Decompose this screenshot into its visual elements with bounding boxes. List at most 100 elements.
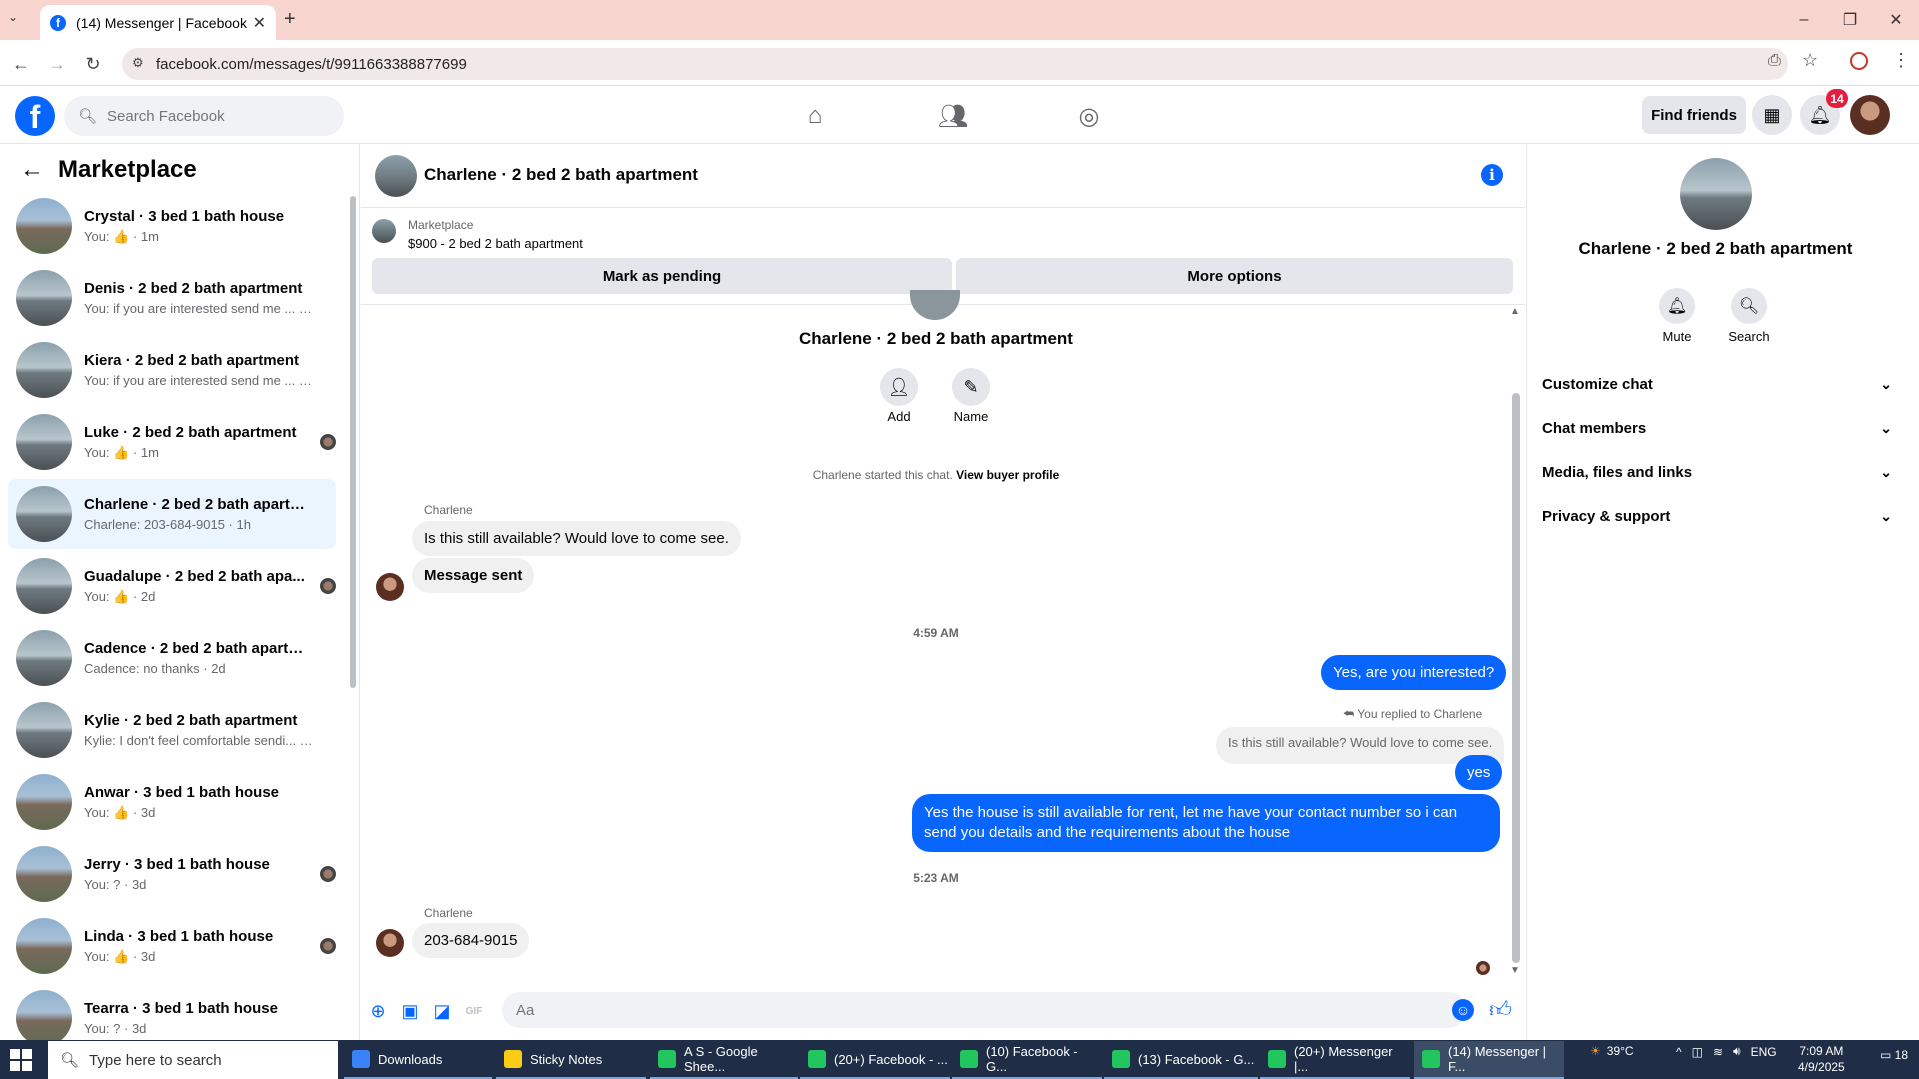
sticker-icon[interactable]: ◪ <box>430 999 454 1023</box>
taskbar-app[interactable]: (20+) Facebook - ... <box>800 1041 950 1079</box>
restore-icon[interactable]: ❐ <box>1830 8 1870 32</box>
message-composer[interactable] <box>502 992 1466 1028</box>
chevron-up-icon[interactable]: ^ <box>1676 1045 1682 1059</box>
info-icon[interactable]: i <box>1481 164 1503 186</box>
home-icon[interactable]: ⌂ <box>795 100 835 132</box>
more-options-button[interactable]: More options <box>956 258 1513 294</box>
outgoing-message[interactable]: Yes, are you interested? <box>1321 655 1507 690</box>
facebook-search[interactable]: 🔍︎ <box>64 96 344 136</box>
add-person-icon[interactable]: 👤︎ <box>880 368 918 406</box>
back-icon[interactable]: ← <box>8 51 34 77</box>
search-icon[interactable]: 🔍︎ <box>1731 288 1767 324</box>
notification-center[interactable]: ▭ 18 <box>1880 1048 1908 1062</box>
details-avatar[interactable] <box>1680 158 1752 230</box>
conversation-item[interactable]: Luke · 2 bed 2 bath apartment You: 👍 · 1m <box>8 407 336 477</box>
conversation-item[interactable]: Kiera · 2 bed 2 bath apartment You: if yo… <box>8 335 336 405</box>
groups-icon[interactable]: ◎ <box>1069 100 1109 132</box>
attach-photo-icon[interactable]: ▣ <box>398 999 422 1023</box>
network-icon[interactable]: ◫ <box>1692 1045 1703 1059</box>
friends-icon[interactable]: 👥︎ <box>933 100 973 132</box>
install-app-icon[interactable]: ⎙ <box>1768 52 1781 70</box>
conversation-item[interactable]: Denis · 2 bed 2 bath apartment You: if yo… <box>8 263 336 333</box>
view-buyer-profile-link[interactable]: View buyer profile <box>956 468 1059 482</box>
edit-name-icon[interactable]: ✎ <box>952 368 990 406</box>
conversation-name: Tearra · 3 bed 1 bath house <box>84 1000 278 1017</box>
sidebar-scrollbar[interactable] <box>350 196 356 688</box>
scroll-down-icon[interactable]: ▼ <box>1510 965 1520 976</box>
outgoing-message[interactable]: yes <box>1455 755 1503 790</box>
scroll-up-icon[interactable]: ▲ <box>1510 306 1520 317</box>
volume-icon[interactable]: 🔊︎ <box>1733 1044 1741 1059</box>
conversation-item[interactable]: Anwar · 3 bed 1 bath house You: 👍 · 3d <box>8 767 336 837</box>
system-tray[interactable]: ^ ◫ ≋ 🔊︎ ENG <box>1676 1044 1777 1059</box>
browser-tab-active[interactable]: f (14) Messenger | Facebook ✕ <box>40 5 276 40</box>
language-indicator[interactable]: ENG <box>1751 1045 1777 1059</box>
details-section[interactable]: Chat members ⌄ <box>1542 410 1892 446</box>
find-friends-button[interactable]: Find friends <box>1642 96 1746 134</box>
details-section[interactable]: Privacy & support ⌄ <box>1542 498 1892 534</box>
conversation-item[interactable]: Jerry · 3 bed 1 bath house You: ? · 3d <box>8 839 336 909</box>
facebook-search-input[interactable] <box>105 106 326 126</box>
mute-bell-icon[interactable]: 🔔︎ <box>1659 288 1695 324</box>
account-avatar[interactable] <box>1850 95 1890 135</box>
close-window-icon[interactable]: ✕ <box>1876 8 1916 32</box>
windows-start-icon[interactable] <box>10 1049 32 1071</box>
app-icon <box>1268 1050 1286 1068</box>
message-input[interactable] <box>514 1000 1394 1020</box>
taskbar-app[interactable]: Sticky Notes <box>496 1041 646 1079</box>
clock[interactable]: 7:09 AM 4/9/2025 <box>1798 1043 1845 1075</box>
incoming-message[interactable]: Message sent <box>412 558 535 593</box>
taskbar-app-label: (13) Facebook - G... <box>1138 1051 1255 1067</box>
outgoing-message[interactable]: Yes the house is still available for ren… <box>912 794 1500 852</box>
incoming-message[interactable]: Is this still available? Would love to c… <box>412 521 741 556</box>
minimize-icon[interactable]: – <box>1784 8 1824 32</box>
listing-thumbnail[interactable] <box>372 219 396 243</box>
conversation-item[interactable]: Guadalupe · 2 bed 2 bath apa... You: 👍 · … <box>8 551 336 621</box>
conversation-item[interactable]: Crystal · 3 bed 1 bath house You: 👍 · 1m <box>8 191 336 261</box>
conversation-item[interactable]: Charlene · 2 bed 2 bath apartme... Charle… <box>8 479 336 549</box>
chat-scrollbar[interactable] <box>1512 393 1520 963</box>
sender-avatar[interactable] <box>376 573 404 601</box>
back-arrow-icon[interactable]: ← <box>20 156 44 184</box>
conversation-item[interactable]: Cadence · 2 bed 2 bath apartment Cadence:… <box>8 623 336 693</box>
listing-thumbnail <box>16 270 72 326</box>
details-section[interactable]: Media, files and links ⌄ <box>1542 454 1892 490</box>
taskbar-app[interactable]: (13) Facebook - G... <box>1104 1041 1258 1079</box>
search-icon: 🔍︎ <box>60 1052 80 1069</box>
conversation-name: Jerry · 3 bed 1 bath house <box>84 856 270 873</box>
sender-avatar[interactable] <box>376 929 404 957</box>
chat-title[interactable]: Charlene · 2 bed 2 bath apartment <box>424 165 698 185</box>
listing-thumbnail <box>16 846 72 902</box>
weather-widget[interactable]: ☀ 39°C <box>1590 1044 1634 1058</box>
conversation-item[interactable]: Linda · 3 bed 1 bath house You: 👍 · 3d <box>8 911 336 981</box>
chat-avatar[interactable] <box>375 155 417 197</box>
bookmark-star-icon[interactable]: ☆ <box>1802 50 1818 71</box>
taskbar-app[interactable]: (10) Facebook - G... <box>952 1041 1102 1079</box>
emoji-icon[interactable]: ☺ <box>1452 999 1474 1021</box>
incoming-message[interactable]: 203-684-9015 <box>412 923 530 958</box>
gif-icon[interactable]: GIF <box>462 999 486 1023</box>
taskbar-app[interactable]: Downloads <box>344 1041 492 1079</box>
taskbar-app[interactable]: (14) Messenger | F... <box>1414 1041 1564 1079</box>
new-tab-icon[interactable]: + <box>284 8 296 31</box>
listing-price[interactable]: $900 - 2 bed 2 bath apartment <box>408 236 583 251</box>
address-bar[interactable]: ⚙ facebook.com/messages/t/99116633888776… <box>122 48 1788 80</box>
mark-as-pending-button[interactable]: Mark as pending <box>372 258 952 294</box>
chrome-menu-icon[interactable]: ⋮ <box>1892 50 1910 71</box>
forward-icon[interactable]: → <box>44 51 70 77</box>
more-actions-plus-icon[interactable]: ⊕ <box>366 999 390 1023</box>
reload-icon[interactable]: ↻ <box>80 51 106 77</box>
like-thumb-icon[interactable]: 👍︎ <box>1489 996 1512 1023</box>
details-section[interactable]: Customize chat ⌄ <box>1542 366 1892 402</box>
wifi-icon[interactable]: ≋ <box>1713 1045 1723 1059</box>
taskbar-app[interactable]: A S - Google Shee... <box>650 1041 798 1079</box>
taskbar-search[interactable]: 🔍︎ Type here to search <box>48 1041 338 1079</box>
taskbar-app[interactable]: (20+) Messenger |... <box>1260 1041 1410 1079</box>
menu-grid-icon[interactable]: ▦ <box>1752 95 1792 135</box>
profile-icon[interactable] <box>1850 52 1868 70</box>
tab-close-icon[interactable]: ✕ <box>253 13 266 33</box>
tab-search-icon[interactable]: ⌄ <box>8 10 18 24</box>
site-info-icon[interactable]: ⚙ <box>132 55 144 71</box>
facebook-logo-icon[interactable]: f <box>15 96 55 136</box>
conversation-item[interactable]: Kylie · 2 bed 2 bath apartment Kylie: I d… <box>8 695 336 765</box>
